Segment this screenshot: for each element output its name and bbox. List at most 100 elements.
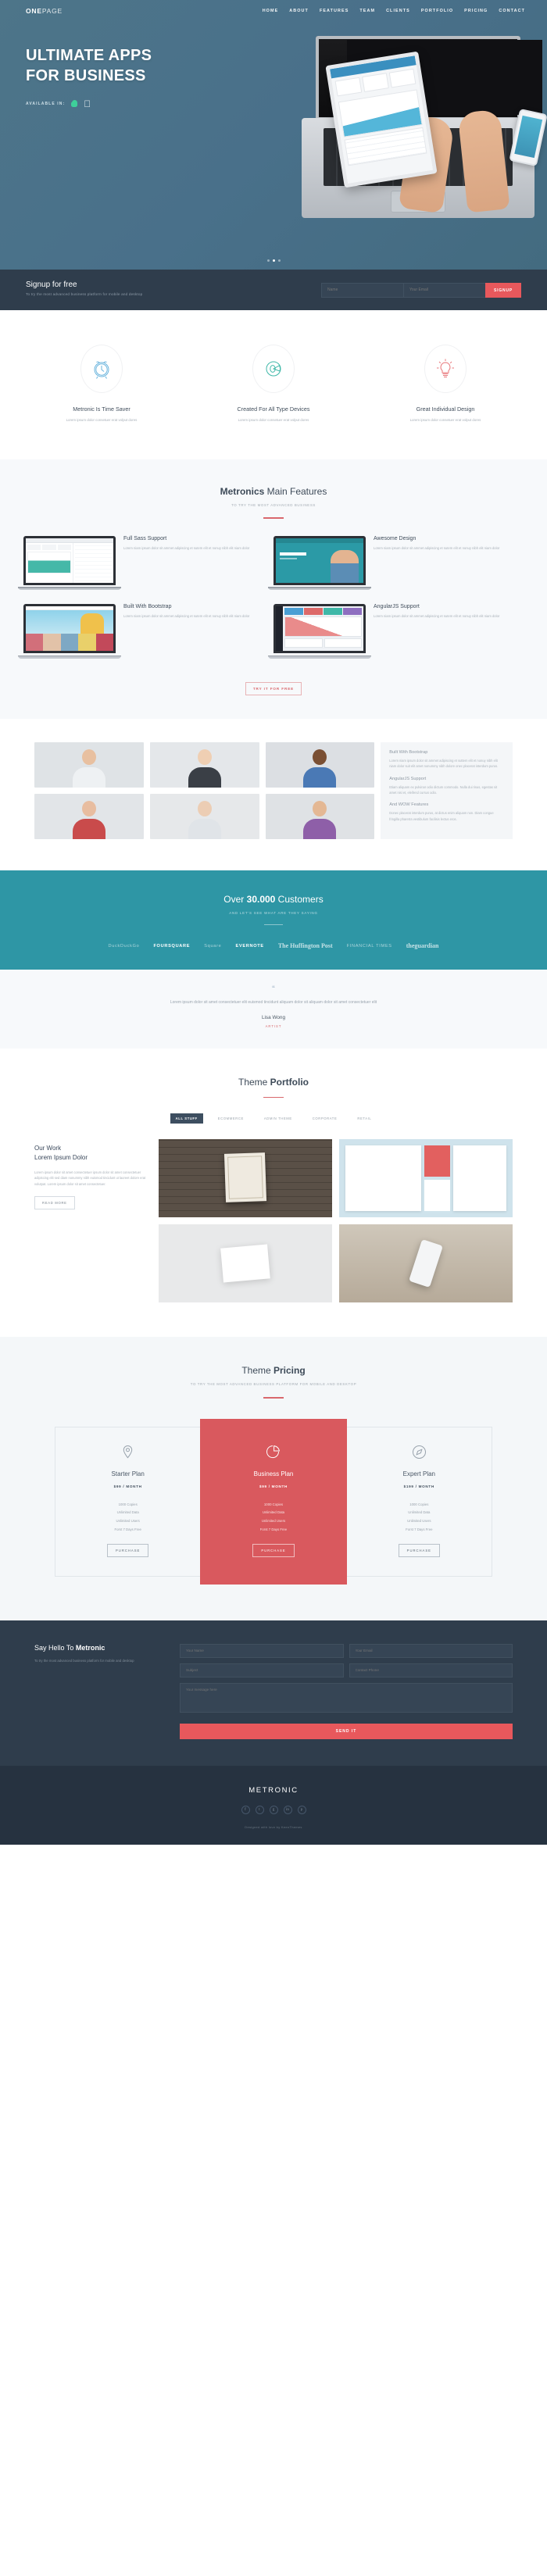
portfolio-tile-businesscards[interactable] (159, 1224, 332, 1303)
feature-item-title: Full Sass Support (123, 535, 167, 541)
contact-message-textarea[interactable] (180, 1683, 513, 1713)
feature-item-text: Awesome Design Lorem niam ipsum dolor si… (374, 536, 499, 552)
feature-item-desc: Lorem niam ipsum dolor sit ammet adipisc… (123, 545, 250, 550)
main-navigation: HOME ABOUT FEATURES TEAM CLIENTS PORTFOL… (263, 9, 525, 13)
contact-section: Say Hello To Metronic To try the most ad… (0, 1620, 547, 1767)
available-in: AVAILABLE IN:  (26, 99, 258, 109)
twitter-icon[interactable]: t (255, 1806, 264, 1815)
purchase-button-expert[interactable]: PURCHASE (398, 1544, 440, 1558)
contact-intro: Say Hello To Metronic To try the most ad… (34, 1644, 159, 1739)
feature-item-desc: Lorem niam ipsum dolor sit ammet adipisc… (374, 545, 500, 550)
team-section: Built With Bootstrap Lorem niam ipsum do… (0, 718, 547, 870)
feature-item-text: AngularJS Support Lorem niam ipsum dolor… (374, 604, 499, 620)
team-member-5 (149, 793, 259, 839)
team-member-6 (265, 793, 375, 839)
testimonial-role: ARTIST (265, 1024, 282, 1028)
navbar: ONEPAGE HOME ABOUT FEATURES TEAM CLIENTS… (0, 0, 547, 15)
feature-text: Lorem ipsum dolor consetuer erat volput … (238, 418, 309, 422)
hero-headline: ULTIMATE APPS FOR BUSINESS (26, 46, 258, 86)
linkedin-icon[interactable]: in (283, 1806, 292, 1815)
panel-title-angular: AngularJS Support (389, 776, 427, 781)
signup-name-input[interactable] (321, 283, 404, 298)
nav-item-home[interactable]: HOME (263, 9, 279, 13)
signup-email-input[interactable] (403, 283, 486, 298)
footer: METRONIC f t g in p Designed with love b… (0, 1766, 547, 1845)
plan-starter: Starter Plan $99 / MONTH 1000 Copies Unl… (55, 1426, 202, 1577)
devices-pie-icon (252, 345, 295, 393)
portfolio-grid: Our Work Lorem Ipsum Dolor Lorem ipsum do… (0, 1124, 547, 1303)
plan-name: Starter Plan (111, 1470, 145, 1477)
team-info-panel: Built With Bootstrap Lorem niam ipsum do… (381, 741, 513, 839)
contact-row-1 (180, 1644, 513, 1659)
team-member-1 (34, 741, 144, 788)
filter-corporate[interactable]: CORPORATE (307, 1113, 343, 1124)
contact-row-2 (180, 1663, 513, 1678)
nav-item-pricing[interactable]: PRICING (464, 9, 488, 13)
footer-logo: METRONIC (248, 1786, 299, 1795)
portfolio-intro: Our Work Lorem Ipsum Dolor Lorem ipsum do… (34, 1139, 152, 1302)
filter-retail[interactable]: RETAIL (352, 1113, 377, 1124)
plan-feature: Unlimited Users (407, 1519, 431, 1524)
portfolio-title-light: Theme (238, 1076, 270, 1088)
feature-item-desc: Lorem niam ipsum dolor sit ammet adipisc… (123, 614, 250, 619)
team-member-3 (265, 741, 375, 788)
contact-phone-input[interactable] (349, 1663, 513, 1678)
contact-name-input[interactable] (180, 1644, 344, 1659)
tablet-card (362, 73, 389, 92)
nav-item-portfolio[interactable]: PORTFOLIO (421, 9, 453, 13)
testimonial-section: “ Lorem ipsum dolor sit amet consectetue… (0, 970, 547, 1049)
feature-title: Great Individual Design (416, 406, 475, 413)
panel-text-bootstrap: Lorem niam ipsum dolor sit ammet adipisc… (389, 758, 499, 769)
feature-block-devices: Created For All Type Devices Lorem ipsum… (188, 345, 359, 423)
filter-ecommerce[interactable]: ECOMMERCE (213, 1113, 249, 1124)
pricing-plans: Starter Plan $99 / MONTH 1000 Copies Unl… (0, 1399, 547, 1585)
evernote-logo: EVERNOTE (235, 943, 264, 949)
plan-price: $199 / MONTH (403, 1484, 434, 1488)
alarm-clock-icon (80, 345, 123, 393)
portfolio-tile-signage[interactable] (159, 1139, 332, 1218)
nav-item-clients[interactable]: CLIENTS (386, 9, 410, 13)
pricing-title: Theme Pricing (0, 1365, 547, 1376)
purchase-button-starter[interactable]: PURCHASE (107, 1544, 149, 1558)
tablet-card (388, 68, 417, 88)
our-work-bold: Our Work (34, 1145, 62, 1152)
contact-subject-input[interactable] (180, 1663, 344, 1678)
site-logo[interactable]: ONEPAGE (26, 7, 63, 15)
googleplus-icon[interactable]: g (269, 1806, 278, 1815)
contact-email-input[interactable] (349, 1644, 513, 1659)
nav-item-team[interactable]: TEAM (359, 9, 375, 13)
feature-item-bootstrap: Built With Bootstrap Lorem niam ipsum do… (18, 604, 274, 673)
panel-text-angular: Etiam aliquam ex pulvinar odio dictum co… (389, 784, 498, 795)
send-it-button[interactable]: SEND IT (180, 1724, 513, 1740)
nav-item-contact[interactable]: CONTACT (499, 9, 525, 13)
plan-feature: Unlimited Users (116, 1519, 140, 1524)
customers-title-light: Over (223, 893, 247, 905)
plan-expert: Expert Plan $199 / MONTH 1000 Copies Unl… (345, 1426, 492, 1577)
read-more-button[interactable]: READ MORE (34, 1195, 75, 1209)
logo-bold: ONE (26, 7, 42, 15)
main-features-title-light: Main Features (264, 485, 327, 497)
nav-item-about[interactable]: ABOUT (289, 9, 309, 13)
facebook-icon[interactable]: f (241, 1806, 250, 1815)
filter-all-stuff[interactable]: ALL STUFF (170, 1113, 203, 1124)
signup-button[interactable]: SIGNUP (485, 283, 521, 298)
filter-admin-theme[interactable]: ADMIN THEME (259, 1113, 298, 1124)
nav-item-features[interactable]: FEATURES (320, 9, 349, 13)
plan-feature: 1000 Copies (263, 1502, 284, 1506)
slider-dot-1[interactable] (266, 259, 270, 262)
try-it-free-button[interactable]: TRY IT FOR FREE (245, 681, 302, 695)
plan-feature: Forst 7 Days Free (114, 1527, 141, 1531)
portfolio-tile-stationery[interactable] (339, 1139, 513, 1218)
available-label: AVAILABLE IN: (26, 102, 66, 107)
purchase-button-business[interactable]: PURCHASE (252, 1544, 295, 1558)
feature-item-design: Awesome Design Lorem niam ipsum dolor si… (268, 535, 524, 605)
pinterest-icon[interactable]: p (297, 1806, 306, 1815)
hero-headline-line2: FOR BUSINESS (26, 66, 146, 84)
feature-item-desc: Lorem niam ipsum dolor sit ammet adipisc… (374, 614, 500, 619)
portfolio-tile-mobile[interactable] (339, 1224, 513, 1303)
pricing-title-light: Theme (241, 1365, 274, 1377)
portfolio-section: Theme Portfolio ALL STUFF ECOMMERCE ADMI… (0, 1048, 547, 1338)
main-features-title-bold: Metronics (220, 485, 265, 497)
slider-dot-3[interactable] (277, 259, 281, 262)
slider-dot-2-active[interactable] (272, 259, 275, 262)
